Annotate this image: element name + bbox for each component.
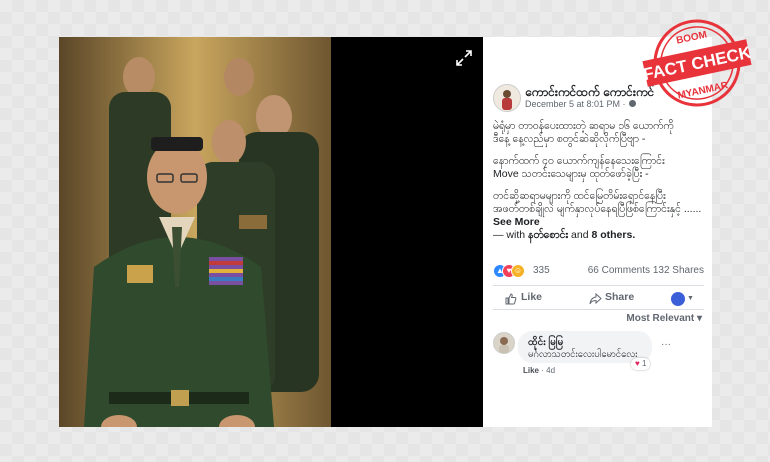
stamp-top-text: BOOM [675,29,708,46]
comment-bubble: ထိုင်း မြမြ မင်္ဂလာသတင်းလေးပါမောင်လေး [518,331,652,363]
post-stats: ▲ ♥ ☺ 335 66 Comments 132 Shares [493,264,704,278]
share-button[interactable]: Share [605,291,634,303]
post-line: ဒီနေ့ နေ့လည်မှာ စတွင်ဆဲဆိုလိုက်ပြီဗျာ - [493,133,646,145]
photo-viewer[interactable] [59,37,483,427]
divider [493,285,704,286]
commenter-avatar[interactable] [493,332,515,354]
post-line: နောက်ထက် ၄၀ ယောက်ကျန်နေသေးကြောင်း [493,155,665,167]
comment-sort-dropdown[interactable]: Most Relevant ▾ [626,313,702,324]
with-and: and [571,229,589,241]
shares-count[interactable]: 132 Shares [653,265,704,276]
comment-reaction[interactable]: ♥ 1 [631,358,651,370]
reaction-count[interactable]: 335 [533,265,550,276]
fact-check-stamp: FACT CHECK BOOM MYANMAR [636,8,758,112]
expand-icon[interactable] [455,49,473,67]
tagged-people: — with နတ်စောင်း and 8 others. [493,229,635,244]
comments-count[interactable]: 66 Comments [588,265,650,276]
author-avatar[interactable] [493,84,521,112]
post-line: Move သတင်းသေများမှ ထုတ်ဖော်ခဲ့ပြီး - [493,168,649,180]
comment-age: · 4d [541,366,556,375]
comment-reaction-count: 1 [641,359,647,368]
post-photo [59,37,331,427]
post-paragraph-3: တင်ဆို့ဆရာမများကို ထင်မြေတိမ်းရှောင်နေပြ… [493,190,705,229]
post-paragraph-2: နောက်ထက် ၄၀ ယောက်ကျန်နေသေးကြောင်း Move သတ… [493,155,705,181]
post-paragraph-1: မဲရုံမှာ တာဝန်ပေးထားတဲ့ ဆရာမ ၁၆ ယောက်ကို… [493,120,705,146]
care-reaction-icon: ☺ [511,264,525,278]
caret-down-icon: ▼ [687,295,694,303]
see-more-link[interactable]: See More [493,216,540,228]
post-timestamp[interactable]: December 5 at 8:01 PM · [525,99,636,109]
tagged-person-link[interactable]: နတ်စောင်း [528,229,568,241]
like-button[interactable]: Like [521,291,542,303]
post-line: အဖတ်တစ်ချိုလဲ မျက်နှာလုပ်နေရပြီဖြစ်ကြောင… [493,203,702,215]
comment-footer: Like · 4d [523,366,555,375]
more-options-icon[interactable]: ··· [661,339,671,350]
divider [493,309,704,310]
globe-icon [628,100,636,107]
comment-like-link[interactable]: Like [523,366,539,375]
with-prefix: — with [493,229,526,241]
heart-icon: ♥ [635,359,640,368]
post-date[interactable]: December 5 at 8:01 PM · [525,99,626,109]
like-icon [505,292,517,310]
comment-text: မင်္ဂလာသတင်းလေးပါမောင်လေး [528,349,638,360]
tagged-others-link[interactable]: 8 others. [591,229,635,241]
post-actions: Like Share ▼ [493,289,704,309]
post-line: မဲရုံမှာ တာဝန်ပေးထားတဲ့ ဆရာမ ၁၆ ယောက်ကို [493,120,674,132]
post-line: တင်ဆို့ဆရာမများကို ထင်မြေတိမ်းရှောင်နေပြ… [493,190,666,202]
audience-selector[interactable]: ▼ [671,290,694,308]
post-text: မဲရုံမှာ တာဝန်ပေးထားတဲ့ ဆရာမ ၁၆ ယောက်ကို… [493,120,705,238]
audience-icon [671,291,685,306]
share-icon [589,292,602,310]
